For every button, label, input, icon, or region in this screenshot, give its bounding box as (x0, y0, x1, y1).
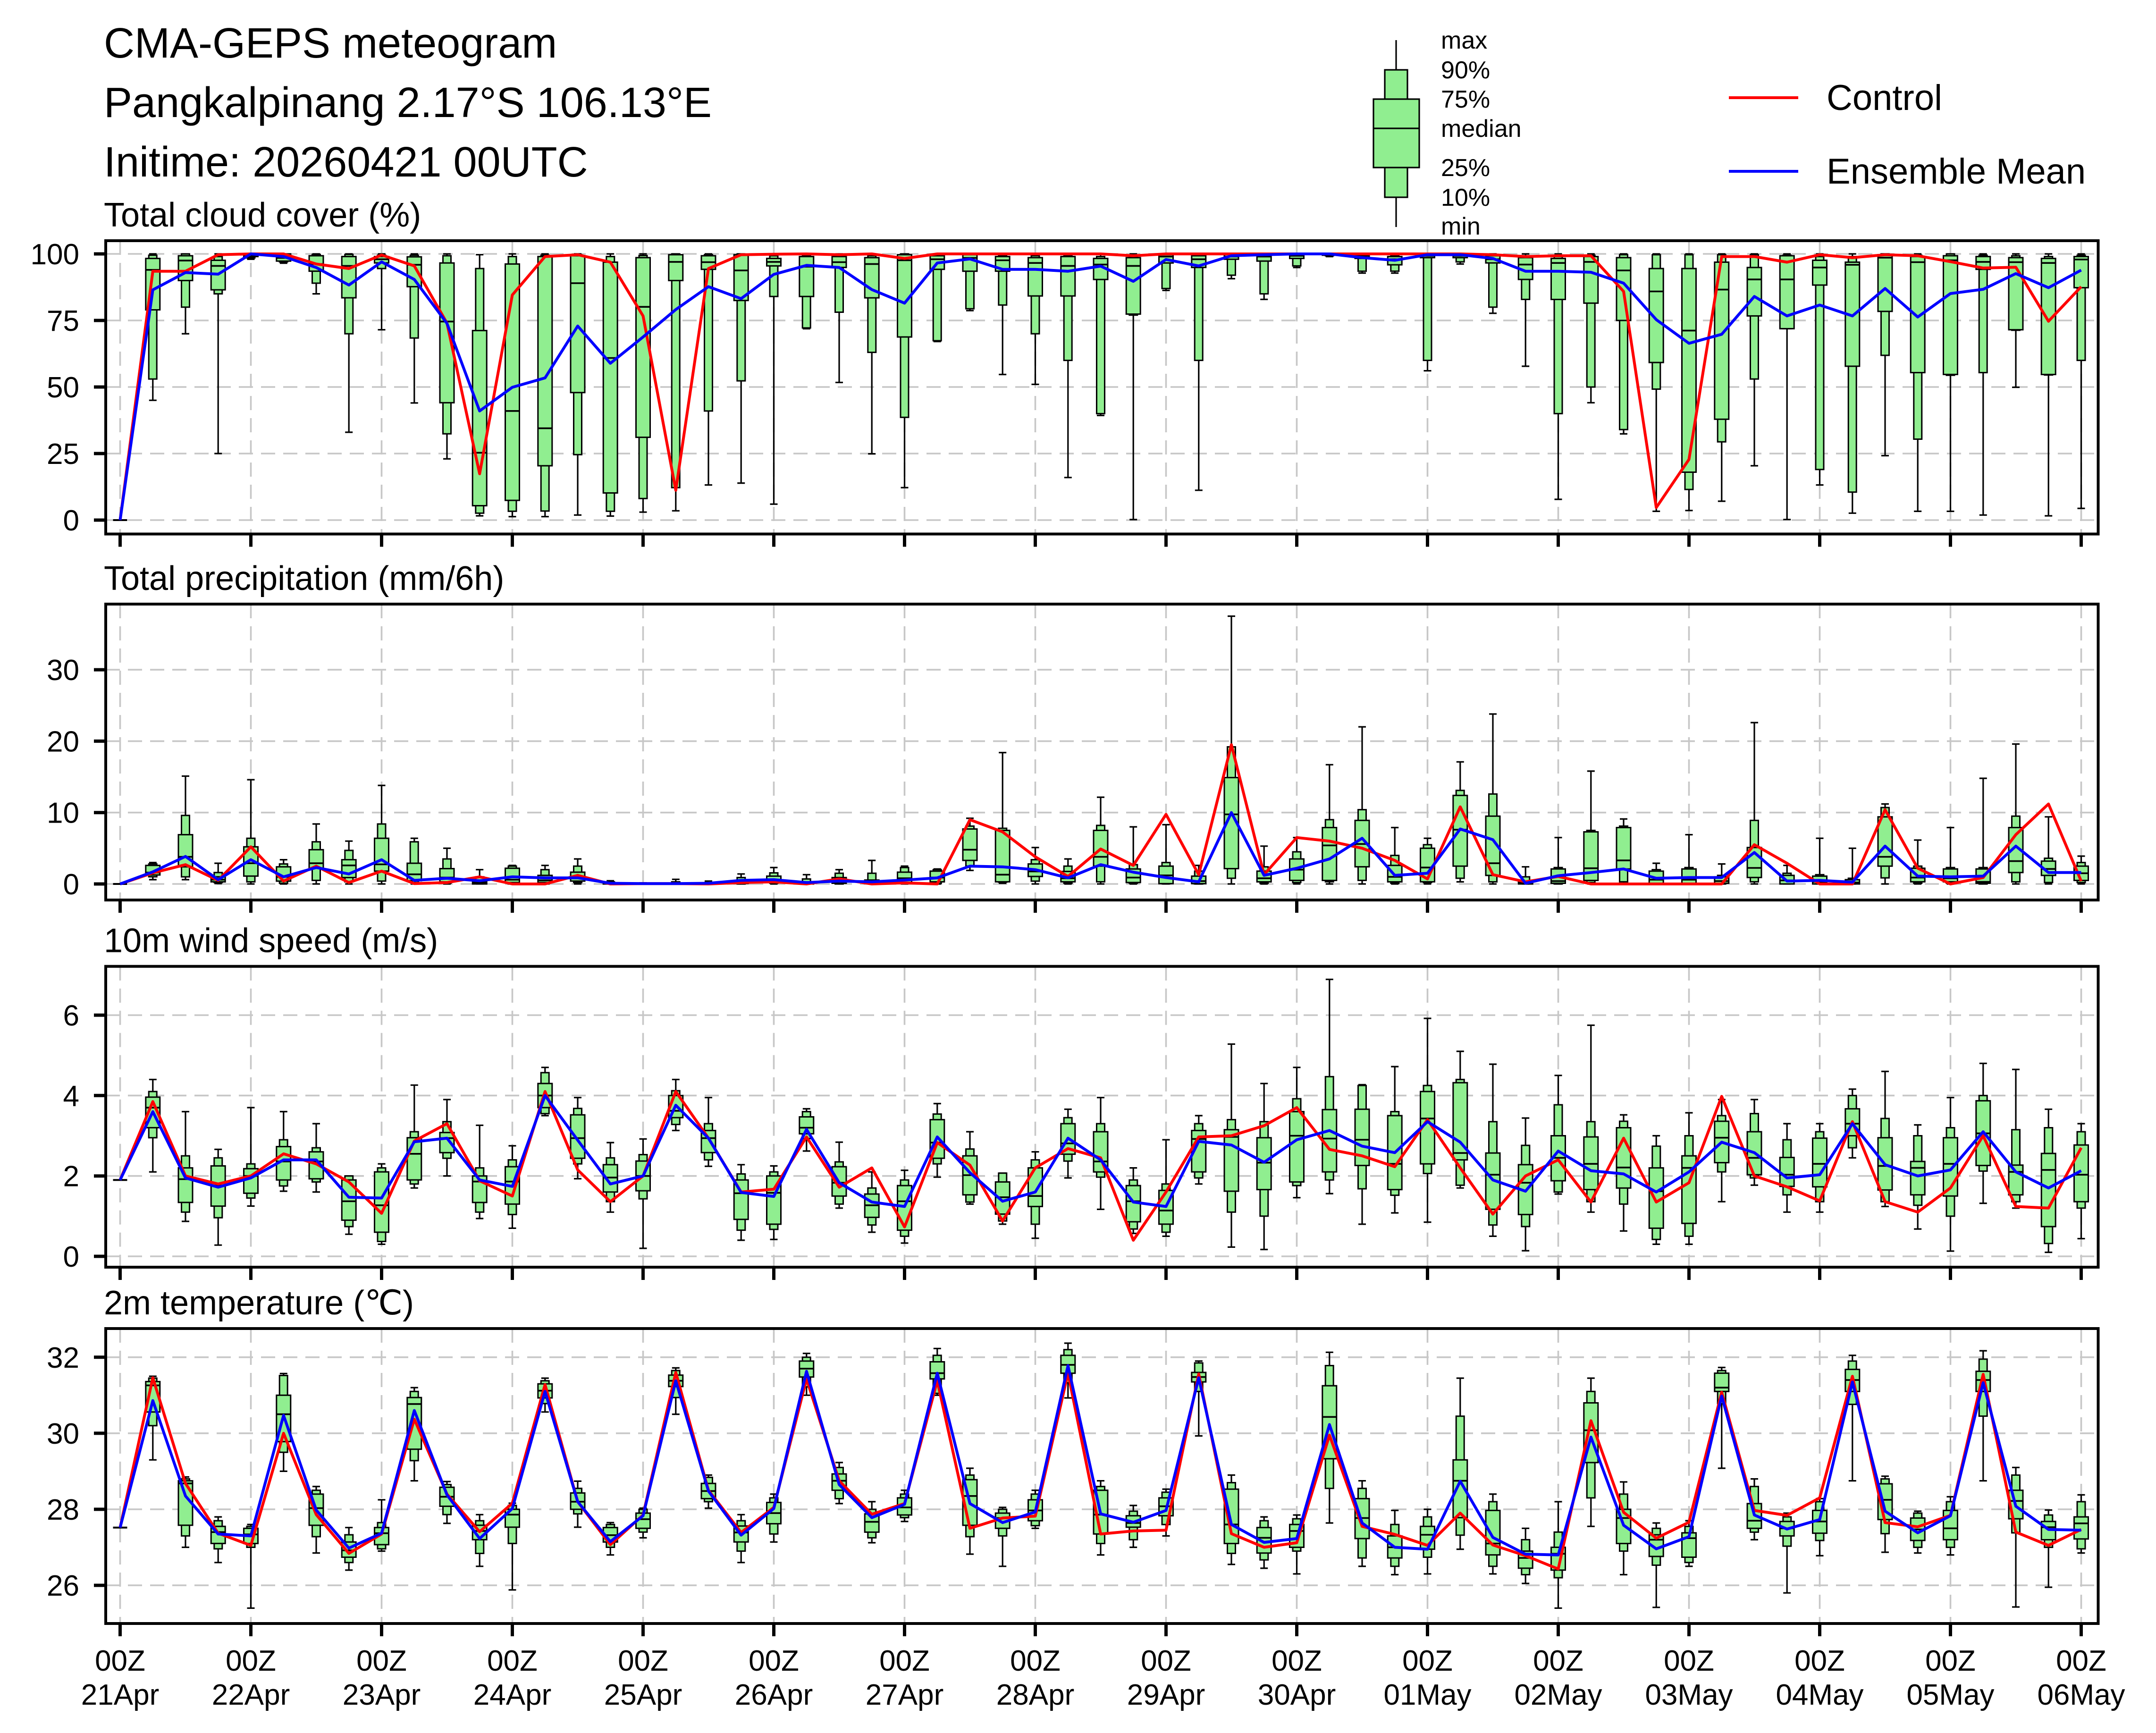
svg-text:90%: 90% (1441, 57, 1490, 84)
svg-text:Control: Control (1827, 78, 1942, 118)
svg-text:30Apr: 30Apr (1258, 1679, 1336, 1711)
svg-text:00Z: 00Z (356, 1645, 407, 1677)
svg-text:max: max (1441, 27, 1487, 54)
svg-text:25%: 25% (1441, 154, 1490, 182)
svg-text:28: 28 (47, 1494, 79, 1526)
svg-text:30: 30 (47, 1418, 79, 1450)
svg-text:50: 50 (47, 371, 79, 404)
svg-text:00Z: 00Z (1925, 1645, 1976, 1677)
svg-text:2: 2 (63, 1161, 79, 1193)
svg-text:0: 0 (63, 1241, 79, 1273)
svg-text:00Z: 00Z (1664, 1645, 1714, 1677)
svg-text:20: 20 (47, 725, 79, 758)
svg-text:00Z: 00Z (618, 1645, 668, 1677)
svg-text:00Z: 00Z (1533, 1645, 1583, 1677)
svg-text:06May: 06May (2037, 1679, 2125, 1711)
svg-text:00Z: 00Z (749, 1645, 799, 1677)
svg-text:75%: 75% (1441, 86, 1490, 113)
svg-text:Total precipitation (mm/6h): Total precipitation (mm/6h) (104, 560, 504, 597)
svg-text:00Z: 00Z (95, 1645, 145, 1677)
svg-text:30: 30 (47, 654, 79, 687)
svg-text:10%: 10% (1441, 184, 1490, 211)
svg-text:00Z: 00Z (487, 1645, 538, 1677)
svg-text:23Apr: 23Apr (343, 1679, 421, 1711)
svg-text:01May: 01May (1383, 1679, 1471, 1711)
svg-text:25: 25 (47, 438, 79, 471)
svg-text:00Z: 00Z (226, 1645, 276, 1677)
svg-text:Pangkalpinang 2.17°S 106.13°E: Pangkalpinang 2.17°S 106.13°E (104, 79, 712, 126)
svg-text:00Z: 00Z (1010, 1645, 1061, 1677)
svg-text:25Apr: 25Apr (604, 1679, 682, 1711)
svg-text:27Apr: 27Apr (866, 1679, 943, 1711)
svg-text:02May: 02May (1514, 1679, 1602, 1711)
svg-text:0: 0 (63, 868, 79, 901)
svg-text:10m wind speed (m/s): 10m wind speed (m/s) (104, 922, 438, 960)
svg-text:75: 75 (47, 305, 79, 337)
svg-text:00Z: 00Z (1141, 1645, 1191, 1677)
svg-text:26Apr: 26Apr (735, 1679, 813, 1711)
svg-text:32: 32 (47, 1342, 79, 1374)
svg-text:median: median (1441, 115, 1522, 143)
svg-text:21Apr: 21Apr (81, 1679, 159, 1711)
svg-text:10: 10 (47, 797, 79, 830)
svg-text:100: 100 (31, 238, 79, 271)
svg-text:26: 26 (47, 1570, 79, 1602)
svg-text:00Z: 00Z (1794, 1645, 1845, 1677)
svg-text:00Z: 00Z (1402, 1645, 1453, 1677)
svg-text:0: 0 (63, 505, 79, 537)
svg-text:00Z: 00Z (1272, 1645, 1322, 1677)
svg-text:00Z: 00Z (2056, 1645, 2106, 1677)
svg-text:CMA-GEPS meteogram: CMA-GEPS meteogram (104, 20, 557, 67)
svg-text:24Apr: 24Apr (473, 1679, 551, 1711)
svg-text:28Apr: 28Apr (996, 1679, 1074, 1711)
svg-text:29Apr: 29Apr (1127, 1679, 1205, 1711)
svg-text:min: min (1441, 213, 1481, 240)
svg-text:4: 4 (63, 1080, 79, 1112)
svg-text:04May: 04May (1776, 1679, 1863, 1711)
svg-text:6: 6 (63, 1000, 79, 1032)
svg-text:Initime: 20260421 00UTC: Initime: 20260421 00UTC (104, 139, 588, 186)
svg-text:Total cloud cover (%): Total cloud cover (%) (104, 196, 421, 234)
svg-text:2m temperature (℃): 2m temperature (℃) (104, 1284, 414, 1322)
svg-text:00Z: 00Z (879, 1645, 930, 1677)
svg-text:Ensemble Mean: Ensemble Mean (1827, 151, 2086, 192)
svg-text:22Apr: 22Apr (212, 1679, 290, 1711)
svg-text:05May: 05May (1906, 1679, 1994, 1711)
svg-text:03May: 03May (1645, 1679, 1733, 1711)
